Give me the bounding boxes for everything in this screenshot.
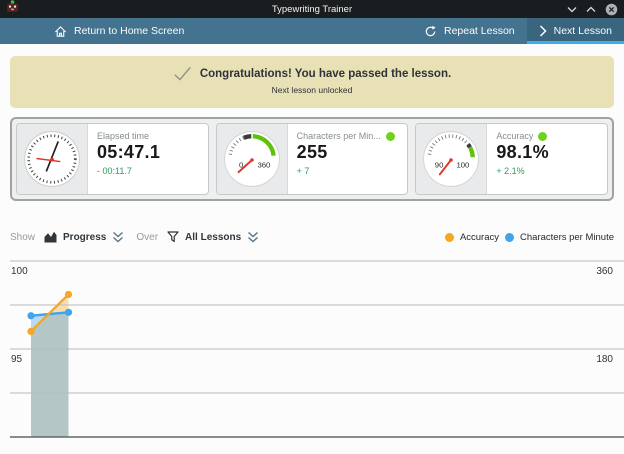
status-dot — [386, 132, 395, 141]
double-chevron-down-icon — [247, 231, 259, 243]
chevron-right-icon — [539, 25, 547, 37]
stat-label: Characters per Min... — [297, 131, 381, 141]
lesson-range-selector[interactable]: All Lessons — [167, 231, 259, 243]
svg-text:100: 100 — [11, 266, 28, 277]
close-button[interactable] — [605, 3, 618, 16]
home-icon — [54, 25, 67, 38]
over-label: Over — [136, 232, 158, 243]
banner-subtitle: Next lesson unlocked — [10, 85, 614, 95]
chart-controls: Show Progress Over All Lessons Accur — [10, 226, 614, 248]
repeat-lesson-label: Repeat Lesson — [444, 25, 515, 37]
stat-card-accuracy: 90 100 Accuracy 98.1% + 2.1% — [415, 123, 608, 195]
chevron-up-icon — [586, 6, 596, 13]
window-title: Typewriting Trainer — [0, 4, 624, 15]
legend-label-characters-per-minute: Characters per Minute — [520, 232, 614, 243]
svg-text:90: 90 — [435, 160, 444, 169]
speedometer-icon: 0 360 — [217, 124, 288, 194]
stat-value: 05:47.1 — [97, 141, 199, 164]
stat-delta: + 2.1% — [496, 166, 598, 176]
svg-text:95: 95 — [11, 354, 23, 365]
check-icon — [173, 66, 192, 81]
status-dot — [538, 132, 547, 141]
titlebar[interactable]: Typewriting Trainer — [0, 0, 624, 18]
repeat-lesson-button[interactable]: Repeat Lesson — [412, 18, 527, 44]
double-chevron-down-icon — [112, 231, 124, 243]
success-banner: Congratulations! You have passed the les… — [10, 56, 614, 108]
show-label: Show — [10, 232, 35, 243]
return-home-label: Return to Home Screen — [74, 25, 184, 37]
area-chart-icon — [44, 231, 57, 243]
app-window: Typewriting Trainer — [0, 0, 624, 454]
svg-text:360: 360 — [257, 160, 270, 169]
return-home-button[interactable]: Return to Home Screen — [42, 18, 196, 44]
minimize-button[interactable] — [567, 6, 577, 13]
legend-dot-accuracy — [445, 233, 454, 242]
stat-delta: + 7 — [297, 166, 399, 176]
svg-text:0: 0 — [239, 160, 243, 169]
stat-label: Elapsed time — [97, 131, 149, 141]
filter-icon — [167, 231, 179, 243]
maximize-button[interactable] — [586, 6, 596, 13]
stat-label: Accuracy — [496, 131, 533, 141]
legend-dot-characters-per-minute — [505, 233, 514, 242]
svg-text:100: 100 — [457, 160, 470, 169]
stat-value: 98.1% — [496, 141, 598, 164]
banner-title: Congratulations! You have passed the les… — [200, 68, 451, 80]
chevron-down-icon — [567, 6, 577, 13]
next-lesson-label: Next Lesson — [554, 25, 612, 37]
stat-card-elapsed-time: Elapsed time 05:47.1 - 00:11.7 — [16, 123, 209, 195]
close-icon — [605, 3, 618, 16]
next-lesson-button[interactable]: Next Lesson — [527, 18, 624, 44]
graph-type-selector[interactable]: Progress — [44, 231, 124, 243]
graph-type-value: Progress — [63, 232, 106, 243]
stat-value: 255 — [297, 141, 399, 164]
stat-card-characters-per-minute: 0 360 Characters per Min... 255 + 7 — [216, 123, 409, 195]
stats-panel: Elapsed time 05:47.1 - 00:11.7 0 360 Cha… — [10, 117, 614, 201]
chart-legend: Accuracy Characters per Minute — [445, 232, 614, 243]
toolbar: Return to Home Screen Repeat Lesson Next… — [0, 18, 624, 44]
svg-text:360: 360 — [596, 266, 613, 277]
repeat-icon — [424, 25, 437, 38]
lesson-range-value: All Lessons — [185, 232, 241, 243]
progress-chart: 100 360 95 180 — [0, 255, 624, 454]
speedometer-icon: 90 100 — [416, 124, 487, 194]
stat-delta: - 00:11.7 — [97, 166, 199, 176]
clock-icon — [17, 124, 88, 194]
legend-label-accuracy: Accuracy — [460, 232, 499, 243]
svg-text:180: 180 — [596, 354, 613, 365]
